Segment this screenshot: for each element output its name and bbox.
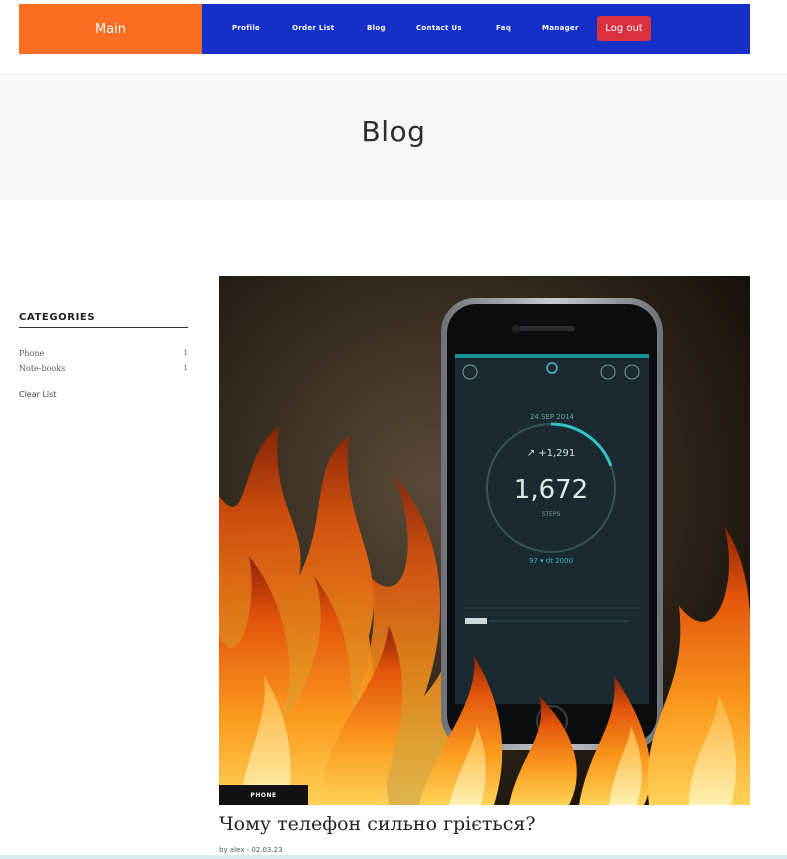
post-featured-image[interactable]: 24 SEP 2014 ↗ +1,291 1,672 STEPS 97 ▾ dt…	[219, 276, 750, 805]
screen-steps-value: 1,672	[514, 475, 588, 505]
page-title: Blog	[361, 115, 426, 148]
category-label: Note-books	[19, 364, 66, 373]
screen-goal: 97 ▾ dt 2000	[529, 557, 573, 565]
post-title[interactable]: Чому телефон сильно гріється?	[219, 813, 536, 835]
clear-list-link[interactable]: Clear List	[19, 390, 188, 399]
category-list: Phone 1 Note-books 1	[19, 346, 188, 376]
nav-link-profile[interactable]: Profile	[232, 24, 260, 32]
category-item-phone[interactable]: Phone 1	[19, 346, 188, 361]
post-category-badge[interactable]: PHONE	[219, 785, 308, 805]
nav-link-blog[interactable]: Blog	[367, 24, 386, 32]
nav-link-order-list[interactable]: Order List	[292, 24, 334, 32]
screen-delta: ↗ +1,291	[527, 448, 576, 459]
nav-main-link[interactable]: Main	[19, 4, 202, 54]
nav-link-manager[interactable]: Manager	[542, 24, 579, 32]
category-count: 1	[183, 349, 188, 357]
bottom-divider	[0, 855, 787, 859]
page-title-banner: Blog	[0, 73, 787, 200]
category-item-note-books[interactable]: Note-books 1	[19, 361, 188, 376]
post-meta: by alex - 02.03.23	[219, 846, 283, 854]
top-nav-bar: Profile Order List Blog Contact Us Faq M…	[202, 4, 750, 54]
category-count: 1	[183, 364, 188, 372]
screen-date: 24 SEP 2014	[530, 413, 575, 421]
category-label: Phone	[19, 349, 45, 358]
nav-link-contact-us[interactable]: Contact Us	[416, 24, 462, 32]
logout-button[interactable]: Log out	[597, 16, 651, 41]
screen-steps-label: STEPS	[542, 511, 561, 518]
nav-link-faq[interactable]: Faq	[496, 24, 511, 32]
categories-heading: CATEGORIES	[19, 312, 188, 328]
sidebar: CATEGORIES Phone 1 Note-books 1 Clear Li…	[19, 312, 188, 399]
